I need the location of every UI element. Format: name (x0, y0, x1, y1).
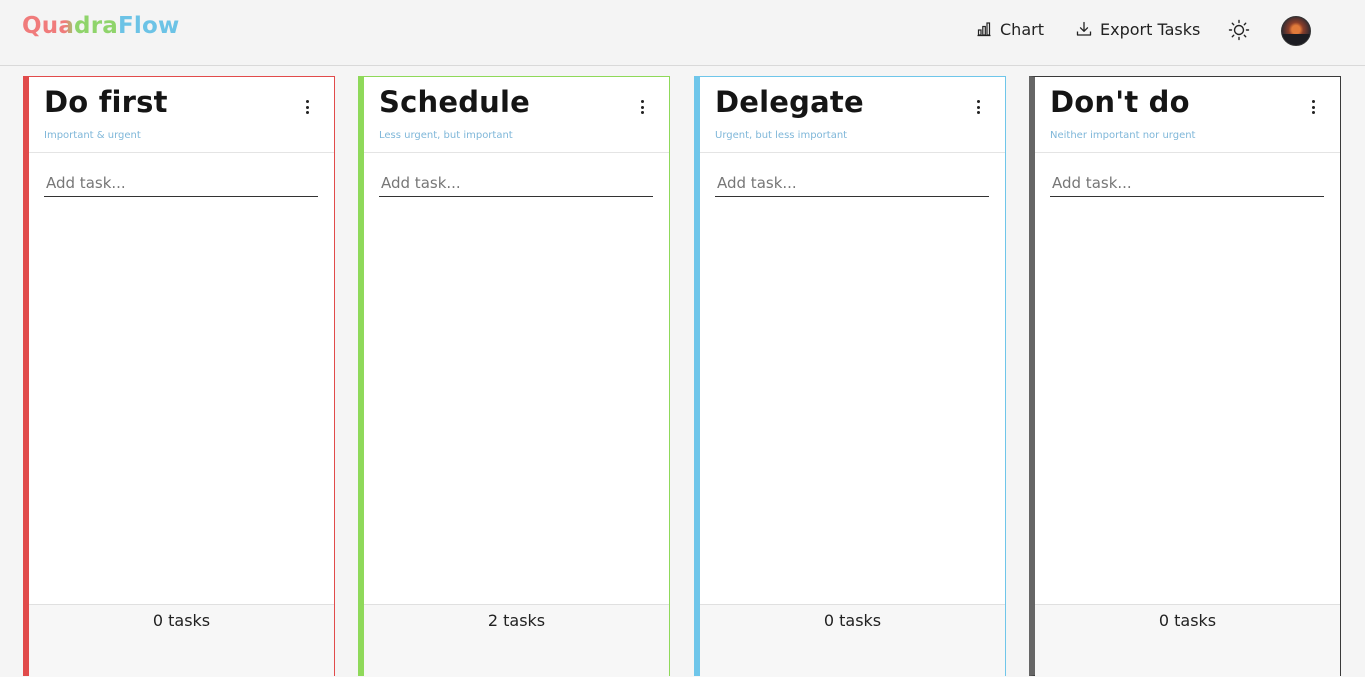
add-task-input[interactable] (379, 169, 653, 197)
logo-part-flow: Flow (117, 13, 180, 39)
task-count: 0 tasks (823, 611, 882, 630)
more-options-icon[interactable] (300, 98, 314, 116)
quadrant-footer: 0 tasks (700, 604, 1005, 677)
theme-toggle-button[interactable] (1228, 19, 1250, 41)
add-task-input[interactable] (1050, 169, 1324, 197)
quadrant-title: Don't do (1050, 85, 1190, 119)
quadrant-title: Schedule (379, 85, 531, 119)
logo-part-quadra: Quadra (22, 13, 118, 39)
quadrant-footer: 2 tasks (364, 604, 669, 677)
app-logo[interactable]: QuadraFlow (22, 13, 179, 39)
quadrant-title: Delegate (715, 85, 864, 119)
chart-button[interactable]: Chart (976, 18, 1044, 40)
quadrant-title: Do first (44, 85, 168, 119)
quadrant-header: Delegate Urgent, but less important (700, 77, 1005, 153)
add-task-input[interactable] (715, 169, 989, 197)
bar-chart-icon (977, 22, 991, 37)
top-bar: QuadraFlow Chart Export Tasks (0, 0, 1365, 66)
task-count: 2 tasks (487, 611, 546, 630)
quadrant-subtitle: Important & urgent (44, 130, 141, 141)
add-task-input[interactable] (44, 169, 318, 197)
more-options-icon[interactable] (971, 98, 985, 116)
sun-icon (1228, 19, 1250, 41)
task-count: 0 tasks (152, 611, 211, 630)
export-tasks-button[interactable]: Export Tasks (1076, 18, 1200, 40)
download-icon (1076, 21, 1092, 36)
quadrant-footer: 0 tasks (1035, 604, 1340, 677)
quadrant-header: Schedule Less urgent, but important (364, 77, 669, 153)
quadrant-schedule: Schedule Less urgent, but important 2 ta… (358, 76, 670, 677)
quadrant-subtitle: Less urgent, but important (379, 130, 513, 141)
more-options-icon[interactable] (1306, 98, 1320, 116)
quadrant-delegate: Delegate Urgent, but less important 0 ta… (694, 76, 1006, 677)
user-avatar[interactable] (1281, 16, 1311, 46)
quadrant-footer: 0 tasks (29, 604, 334, 677)
quadrant-header: Don't do Neither important nor urgent (1035, 77, 1340, 153)
quadrant-subtitle: Neither important nor urgent (1050, 130, 1196, 141)
quadrant-dont-do: Don't do Neither important nor urgent 0 … (1029, 76, 1341, 677)
quadrant-do-first: Do first Important & urgent 0 tasks (23, 76, 335, 677)
quadrant-header: Do first Important & urgent (29, 77, 334, 153)
task-count: 0 tasks (1158, 611, 1217, 630)
quadrant-subtitle: Urgent, but less important (715, 130, 848, 141)
chart-button-label: Chart (1000, 19, 1044, 39)
more-options-icon[interactable] (635, 98, 649, 116)
eisenhower-board: Do first Important & urgent 0 tasks Sche… (0, 76, 1365, 677)
export-tasks-label: Export Tasks (1100, 19, 1201, 39)
